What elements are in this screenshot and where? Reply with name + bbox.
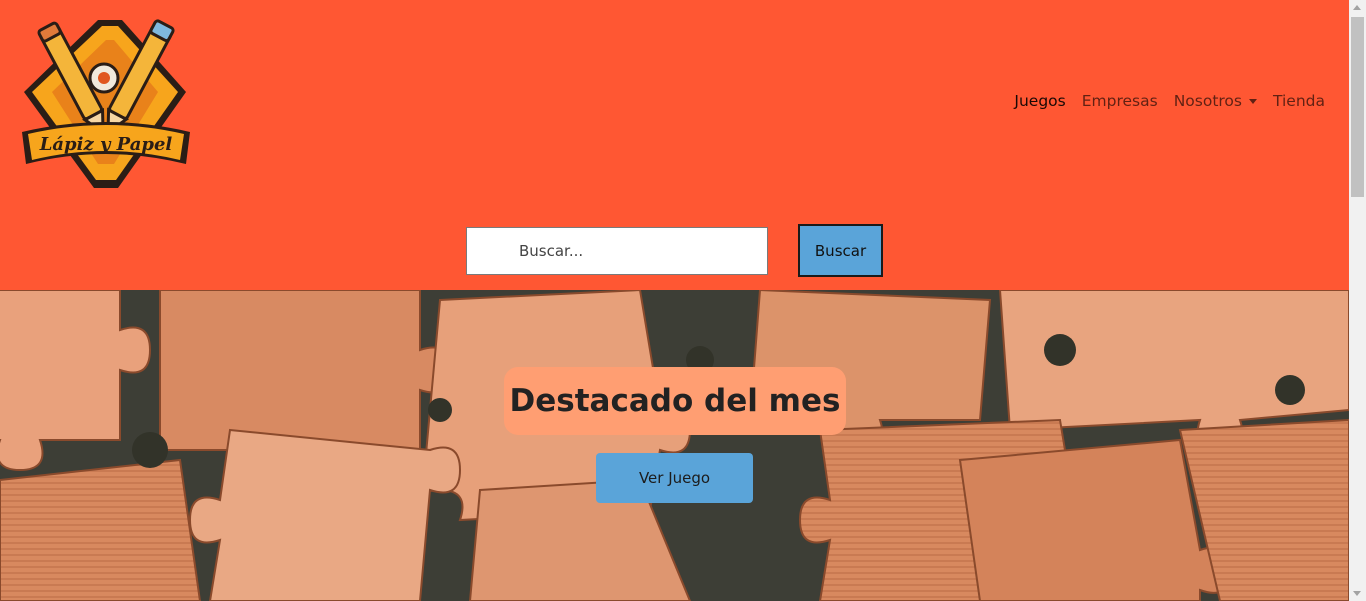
- pencil-crossed-dice-logo-icon: Lápiz y Papel: [22, 19, 190, 188]
- logo-text: Lápiz y Papel: [39, 134, 173, 155]
- caret-down-icon: [1249, 98, 1257, 104]
- search-input[interactable]: [466, 227, 768, 275]
- page-scrollbar[interactable]: [1349, 0, 1366, 601]
- page: Lápiz y Papel Juegos Empresas Nosotros T…: [0, 0, 1349, 601]
- nav-item-label: Empresas: [1081, 92, 1158, 110]
- hero-banner: Destacado del mes Ver Juego: [0, 290, 1349, 601]
- puzzle-pieces-image-icon: [0, 290, 1349, 601]
- nav-item-empresas[interactable]: Empresas: [1082, 92, 1158, 110]
- scroll-up-icon[interactable]: [1353, 5, 1361, 10]
- view-game-button[interactable]: Ver Juego: [596, 453, 753, 503]
- search-button[interactable]: Buscar: [798, 224, 883, 277]
- nav-item-tienda[interactable]: Tienda: [1273, 92, 1325, 110]
- site-header: Lápiz y Papel Juegos Empresas Nosotros T…: [0, 0, 1349, 290]
- nav-item-label: Juegos: [1014, 92, 1066, 110]
- nav-item-nosotros-dropdown[interactable]: Nosotros: [1174, 92, 1257, 110]
- scroll-down-icon[interactable]: [1353, 591, 1361, 596]
- main-nav: Juegos Empresas Nosotros Tienda: [1014, 92, 1325, 110]
- nav-item-label: Tienda: [1273, 92, 1325, 110]
- nav-item-label: Nosotros: [1173, 92, 1242, 110]
- brand-logo-link[interactable]: Lápiz y Papel: [18, 14, 194, 194]
- scroll-thumb[interactable]: [1351, 17, 1364, 197]
- hero-title: Destacado del mes: [504, 367, 846, 435]
- nav-item-juegos[interactable]: Juegos: [1014, 92, 1065, 110]
